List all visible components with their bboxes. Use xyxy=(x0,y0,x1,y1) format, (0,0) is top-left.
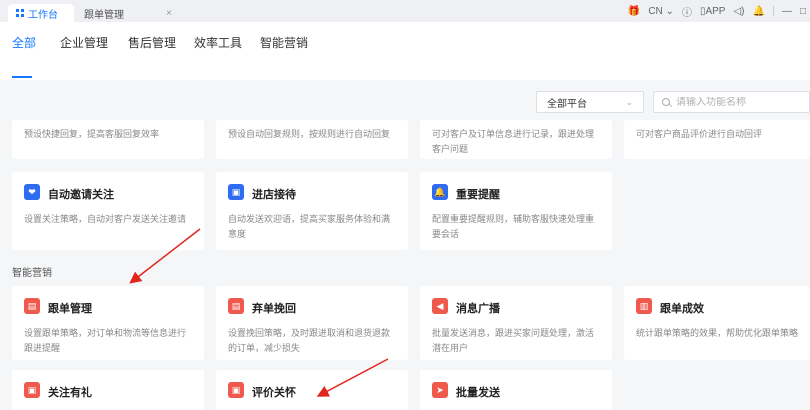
divider xyxy=(772,6,774,16)
feature-card[interactable]: 可对客户及订单信息进行记录，跟进处理客户问题 xyxy=(420,120,612,159)
active-tab-underline xyxy=(12,76,32,78)
tab-after-sales[interactable]: 售后管理 xyxy=(128,34,176,51)
tab-marketing[interactable]: 智能营销 xyxy=(260,34,308,51)
tab-label: 跟单管理 xyxy=(84,9,124,21)
card-title: 跟单管理 xyxy=(48,303,92,315)
feature-card-abandoned-recovery[interactable]: ▤ 弃单挽回 设置挽回策略，及时跟进取消和退货退款的订单，减少损失 xyxy=(216,286,408,360)
window-controls: 🎁 CN ⌄ ⓘ ▯APP ◁) 🔔 — □ xyxy=(628,2,806,20)
help-icon[interactable]: ⓘ xyxy=(682,4,692,19)
feature-card-follow-gift[interactable]: ▣ 关注有礼 xyxy=(12,370,204,410)
card-title: 弃单挽回 xyxy=(252,303,296,315)
tab-order-tracking[interactable]: 跟单管理 × xyxy=(76,4,180,22)
heart-chat-icon: ❤ xyxy=(24,184,40,200)
feature-card-review-care[interactable]: ▣ 评价关怀 xyxy=(216,370,408,410)
chat-bubble-icon: ▣ xyxy=(228,184,244,200)
platform-select[interactable]: 全部平台 ⌄ xyxy=(536,91,644,113)
section-title-marketing: 智能营销 xyxy=(12,268,52,279)
tab-efficiency[interactable]: 效率工具 xyxy=(194,34,242,51)
gift-icon: ▣ xyxy=(24,382,40,398)
card-description: 自动发送欢迎语，提高买家服务体验和满意度 xyxy=(228,214,391,239)
send-icon: ➤ xyxy=(432,382,448,398)
card-description: 可对客户商品评价进行自动回评 xyxy=(636,129,763,139)
app-link[interactable]: ▯APP xyxy=(700,6,726,17)
search-icon xyxy=(662,98,670,106)
card-description: 预设自动回复规则，按规则进行自动回复 xyxy=(228,129,391,139)
close-icon[interactable]: × xyxy=(166,8,172,19)
language-selector[interactable]: CN ⌄ xyxy=(648,6,674,17)
maximize-icon[interactable]: □ xyxy=(800,6,806,17)
chevron-down-icon: ⌄ xyxy=(625,96,633,107)
title-bar: 工作台 跟单管理 × 🎁 CN ⌄ ⓘ ▯APP ◁) 🔔 — □ xyxy=(0,0,810,22)
notification-bell-icon[interactable]: 🔔 xyxy=(753,6,765,17)
card-description: 统计跟单策略的效果，帮助优化跟单策略 xyxy=(636,328,799,338)
gift-box-icon: ▣ xyxy=(228,382,244,398)
card-description: 设置挽回策略，及时跟进取消和退货退款的订单，减少损失 xyxy=(228,328,391,353)
card-description: 设置跟单策略，对订单和物流等信息进行跟进提醒 xyxy=(24,328,187,353)
card-title: 关注有礼 xyxy=(48,387,92,399)
card-title: 批量发送 xyxy=(456,387,500,399)
search-box[interactable] xyxy=(653,91,810,113)
tab-workbench[interactable]: 工作台 xyxy=(8,4,74,22)
document-icon: ▤ xyxy=(24,298,40,314)
gift-icon[interactable]: 🎁 xyxy=(628,6,640,17)
feature-card-broadcast[interactable]: ◀ 消息广播 批量发送消息，跟进买家问题处理，激活潜在用户 xyxy=(420,286,612,360)
feature-card-store-reception[interactable]: ▣ 进店接待 自动发送欢迎语，提高买家服务体验和满意度 xyxy=(216,172,408,250)
minimize-icon[interactable]: — xyxy=(782,6,792,17)
card-title: 评价关怀 xyxy=(252,387,296,399)
search-input[interactable] xyxy=(676,96,796,108)
card-title: 重要提醒 xyxy=(456,189,500,201)
feature-card-order-tracking[interactable]: ▤ 跟单管理 设置跟单策略，对订单和物流等信息进行跟进提醒 xyxy=(12,286,204,360)
card-title: 消息广播 xyxy=(456,303,500,315)
megaphone-icon: ◀ xyxy=(432,298,448,314)
category-nav xyxy=(0,22,810,80)
sound-icon[interactable]: ◁) xyxy=(733,6,744,17)
chart-icon: ▥ xyxy=(636,298,652,314)
feature-card-auto-invite[interactable]: ❤ 自动邀请关注 设置关注策略，自动对客户发送关注邀请 xyxy=(12,172,204,250)
platform-select-value: 全部平台 xyxy=(547,98,587,110)
tab-all[interactable]: 全部 xyxy=(12,34,36,51)
tab-enterprise[interactable]: 企业管理 xyxy=(60,34,108,51)
bell-icon: 🔔 xyxy=(432,184,448,200)
card-description: 预设快捷回复，提高客服回复效率 xyxy=(24,129,160,139)
card-description: 设置关注策略，自动对客户发送关注邀请 xyxy=(24,214,187,224)
feature-card[interactable]: 预设快捷回复，提高客服回复效率 xyxy=(12,120,204,159)
feature-card[interactable]: 可对客户商品评价进行自动回评 xyxy=(624,120,810,159)
card-description: 可对客户及订单信息进行记录，跟进处理客户问题 xyxy=(432,129,595,154)
card-description: 批量发送消息，跟进买家问题处理，激活潜在用户 xyxy=(432,328,595,353)
card-title: 跟单成效 xyxy=(660,303,704,315)
feature-card-tracking-results[interactable]: ▥ 跟单成效 统计跟单策略的效果，帮助优化跟单策略 xyxy=(624,286,810,360)
refund-doc-icon: ▤ xyxy=(228,298,244,314)
feature-card[interactable]: 预设自动回复规则，按规则进行自动回复 xyxy=(216,120,408,159)
card-title: 进店接待 xyxy=(252,189,296,201)
feature-card-important-reminder[interactable]: 🔔 重要提醒 配置重要提醒规则，辅助客服快速处理重要会话 xyxy=(420,172,612,250)
feature-card-batch-send[interactable]: ➤ 批量发送 xyxy=(420,370,612,410)
tab-label: 工作台 xyxy=(28,9,58,21)
card-title: 自动邀请关注 xyxy=(48,189,114,201)
card-description: 配置重要提醒规则，辅助客服快速处理重要会话 xyxy=(432,214,595,239)
grid-icon xyxy=(16,9,24,17)
